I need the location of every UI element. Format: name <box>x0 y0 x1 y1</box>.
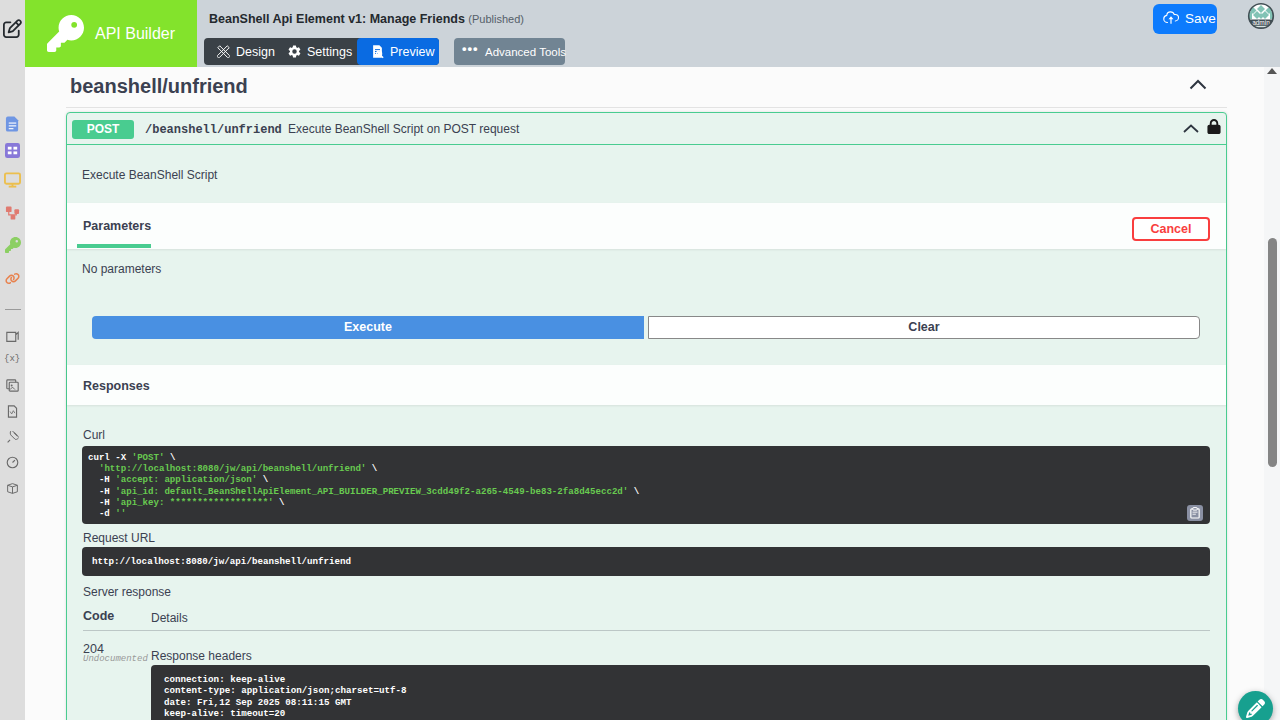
svg-text:admin: admin <box>1252 19 1270 26</box>
